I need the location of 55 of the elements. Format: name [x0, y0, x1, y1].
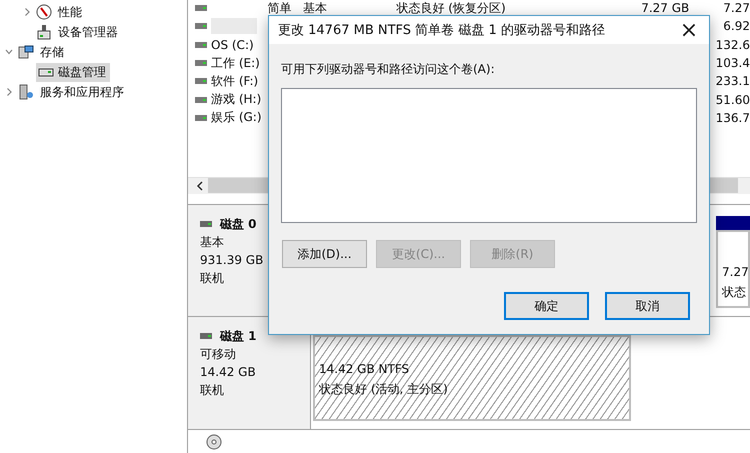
drive-icon: [195, 96, 207, 103]
disk-state: 联机: [200, 383, 224, 398]
drive-icon: [195, 114, 207, 121]
device-icon: [36, 24, 52, 40]
volume-type: 基本: [303, 0, 328, 15]
tree-item[interactable]: 存储: [38, 42, 66, 62]
list-label: 可用下列驱动器号和路径访问这个卷(A):: [281, 61, 496, 78]
cd-drive-icon: [206, 434, 222, 450]
disk-name: 磁盘 0: [220, 216, 257, 233]
partition-block[interactable]: 14.42 GB NTFS 状态良好 (活动, 主分区): [313, 335, 631, 420]
server-gear-icon: [18, 84, 34, 100]
volume-free-space: 233.1: [716, 74, 750, 88]
drive-icon: [195, 78, 207, 84]
disk-state: 联机: [200, 271, 224, 285]
dialog-button[interactable]: 取消: [605, 292, 690, 320]
dialog-button[interactable]: 确定: [504, 292, 589, 320]
tree-item[interactable]: 设备管理器: [56, 22, 120, 42]
dialog-title: 更改 14767 MB NTFS 简单卷 磁盘 1 的驱动器号和路径: [278, 22, 605, 39]
volume-free-space: 51.60: [716, 92, 750, 107]
partition-size: 14.42 GB NTFS: [319, 362, 410, 376]
drive-icon: [195, 5, 207, 12]
volume-free-space: 103.4: [716, 56, 750, 70]
storage-icon: [18, 44, 34, 60]
tree-item[interactable]: 服务和应用程序: [38, 82, 126, 102]
partition-status: 状态: [722, 285, 746, 299]
gauge-icon: [36, 4, 52, 20]
tree-item[interactable]: 性能: [56, 2, 84, 22]
volume-free-space: 7.27: [723, 1, 750, 16]
volume-status: 状态良好 (恢复分区): [396, 0, 506, 15]
disk-type: 基本: [200, 235, 224, 249]
list-action-button[interactable]: 添加(D)...: [282, 240, 367, 268]
volume-name[interactable]: 游戏 (H:): [211, 91, 262, 108]
disk-type: 可移动: [200, 347, 236, 362]
drive-icon: [195, 23, 207, 30]
volume-free-space: 132.6: [716, 38, 750, 52]
partition-header-bar: [716, 216, 750, 230]
volume-free-space: 6.92: [723, 19, 750, 34]
close-button[interactable]: ×: [669, 16, 709, 44]
volume-name[interactable]: 娱乐 (G:): [211, 109, 262, 126]
disk-size: 931.39 GB: [200, 253, 264, 267]
volume-name[interactable]: 软件 (F:): [211, 72, 258, 90]
partition-status: 状态良好 (活动, 主分区): [319, 382, 448, 396]
disk-name: 磁盘 1: [220, 328, 257, 346]
volume-free-space: 136.7: [716, 110, 750, 125]
volume-name[interactable]: 工作 (E:): [211, 54, 260, 72]
volume-layout: 简单: [268, 0, 292, 15]
disk-size: 14.42 GB: [200, 365, 256, 380]
drive-icon: [195, 60, 207, 66]
volume-capacity: 7.27 GB: [641, 1, 690, 16]
tree-item[interactable]: 磁盘管理: [36, 62, 110, 82]
drive-icon: [195, 42, 207, 48]
partition-size: 7.27: [722, 265, 748, 279]
partition-block[interactable]: 7.27 状态: [716, 230, 750, 308]
volume-name[interactable]: OS (C:): [211, 38, 254, 52]
scroll-left-icon[interactable]: [196, 180, 204, 191]
